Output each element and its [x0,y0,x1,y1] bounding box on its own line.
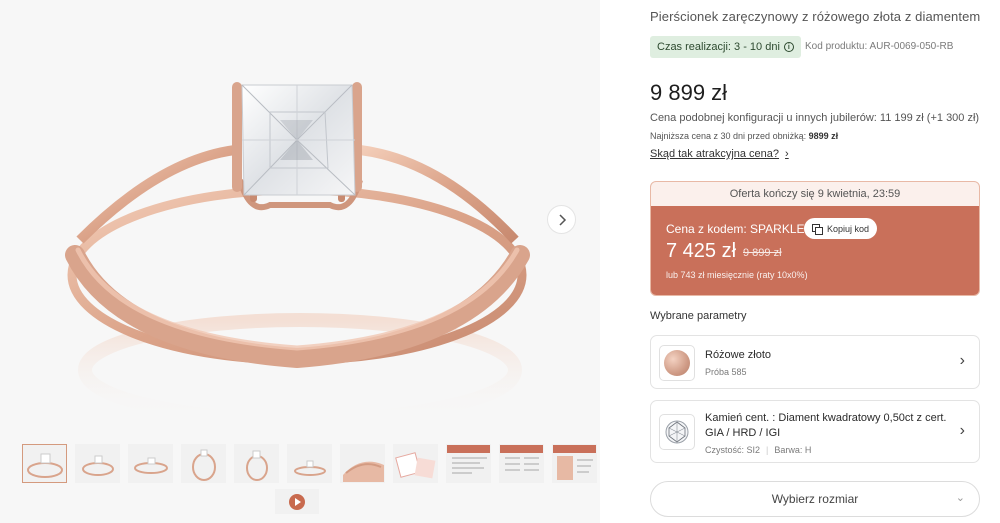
thumbnail-certificate-2[interactable] [499,444,544,483]
promo-box: Oferta kończy się 9 kwietnia, 23:59 Cena… [650,181,980,296]
thumbnail-ring-side-2[interactable] [234,444,279,483]
thumbnail-certificate-1[interactable] [446,444,491,483]
lowest-price-value: 9899 zł [808,131,839,141]
rose-gold-swatch-icon [664,350,690,376]
thumbnail-packaging[interactable] [393,444,438,483]
lead-time-badge[interactable]: Czas realizacji: 3 - 10 dni i [650,36,801,58]
promo-body: Cena z kodem: SPARKLE Kopiuj kod 7 425 z… [651,206,979,295]
copy-icon [812,224,823,235]
product-code: Kod produktu: AUR-0069-050-RB [805,41,954,52]
chevron-down-icon: ⌄ [955,492,965,504]
lowest-price-label: Najniższa cena z 30 dni przed obniżką: [650,131,807,141]
diamond-icon [665,420,689,444]
thumbnail-hand-model[interactable] [340,444,385,483]
stone-clarity: Czystość: SI2 [705,445,761,455]
info-icon[interactable]: i [783,42,794,52]
thumbnail-ring-front[interactable] [22,444,67,483]
params-heading: Wybrane parametry [650,310,747,322]
stone-name: Kamień cent. : Diament kwadratowy 0,50ct… [705,412,947,439]
main-product-image[interactable] [0,0,600,440]
thumbnail-ring-top[interactable] [181,444,226,483]
chevron-right-icon: › [785,148,789,160]
why-price-link[interactable]: Skąd tak atrakcyjna cena? › [650,148,789,160]
stone-sub: Czystość: SI2 | Barwa: H [705,445,812,455]
thumbnail-certificate-3[interactable] [552,444,597,483]
thumbnail-ring-side-1[interactable] [75,444,120,483]
thumbnail-ring-flat[interactable] [287,444,332,483]
thumbnail-strip [22,444,597,483]
offer-end-text: Oferta kończy się 9 kwietnia, 23:59 [729,188,901,200]
stone-param-card[interactable]: Kamień cent. : Diament kwadratowy 0,50ct… [650,400,980,463]
stone-thumb [659,414,695,450]
old-price: 9 899 zł [743,247,782,259]
copy-code-button[interactable]: Kopiuj kod [804,218,878,239]
chevron-right-icon: › [959,352,965,369]
product-title: Pierścionek zaręczynowy z różowego złota… [650,9,981,24]
lead-time-text: Czas realizacji: 3 - 10 dni [657,41,780,53]
metal-sub: Próba 585 [705,367,747,377]
promo-code-label: Cena z kodem: SPARKLE [666,222,805,236]
stone-color: Barwa: H [774,445,812,455]
metal-name: Różowe złoto [705,349,772,361]
compare-price-text: Cena podobnej konfiguracji u innych jubi… [650,112,980,124]
thumbnail-ring-angle[interactable] [128,444,173,483]
play-icon [289,493,305,510]
size-select-label: Wybierz rozmiar [771,492,859,506]
metal-swatch-thumb [659,345,695,381]
product-price: 9 899 zł [650,80,728,105]
chevron-right-icon [558,213,566,226]
size-select[interactable]: Wybierz rozmiar ⌄ [650,481,980,517]
lowest-price-text: Najniższa cena z 30 dni przed obniżką: 9… [650,131,838,141]
gallery-next-button[interactable] [547,205,576,234]
copy-code-label: Kopiuj kod [827,223,870,234]
video-thumbnail[interactable] [275,489,319,514]
why-price-label: Skąd tak atrakcyjna cena? [650,148,780,160]
product-gallery [0,0,600,523]
promo-price: 7 425 zł [666,240,737,262]
metal-param-card[interactable]: Różowe złoto Próba 585 › [650,335,980,389]
chevron-right-icon: › [959,422,965,439]
installment-text: lub 743 zł miesięcznie (raty 10x0%) [666,270,808,280]
